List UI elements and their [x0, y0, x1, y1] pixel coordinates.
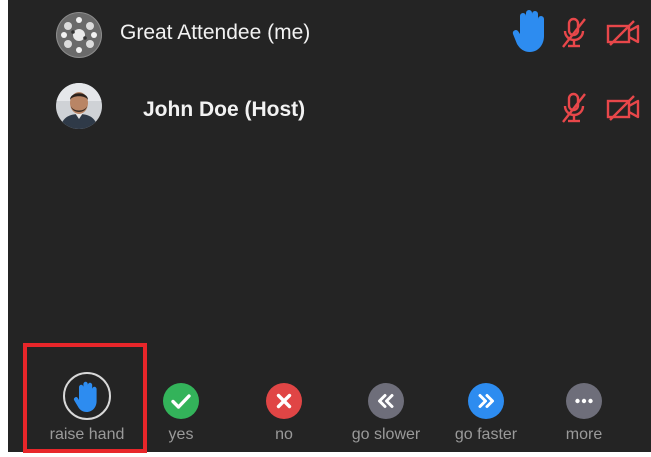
participant-row[interactable]: Great Attendee (me) — [8, 2, 651, 62]
video-off-icon[interactable] — [606, 94, 640, 122]
participant-name: Great Attendee (me) — [120, 21, 311, 44]
more-dots-icon — [566, 383, 602, 419]
x-icon — [266, 383, 302, 419]
participant-name: John Doe (Host) — [143, 98, 306, 121]
avatar — [56, 83, 102, 129]
check-icon — [163, 383, 199, 419]
double-chevron-left-icon — [368, 383, 404, 419]
participant-row[interactable]: John Doe (Host) — [8, 79, 651, 139]
highlight-annotation — [23, 343, 147, 453]
video-off-icon[interactable] — [606, 19, 640, 47]
raised-hand-icon — [511, 8, 551, 54]
double-chevron-right-icon — [468, 383, 504, 419]
more-label: more — [565, 426, 603, 443]
muted-mic-icon[interactable] — [560, 17, 588, 49]
go-faster-button[interactable]: go faster — [455, 350, 518, 452]
no-button[interactable]: no — [266, 350, 316, 452]
more-button[interactable]: more — [566, 350, 616, 452]
avatar — [56, 12, 102, 58]
yes-button[interactable]: yes — [163, 350, 213, 452]
go-slower-button[interactable]: go slower — [352, 350, 420, 452]
muted-mic-icon[interactable] — [560, 92, 588, 124]
